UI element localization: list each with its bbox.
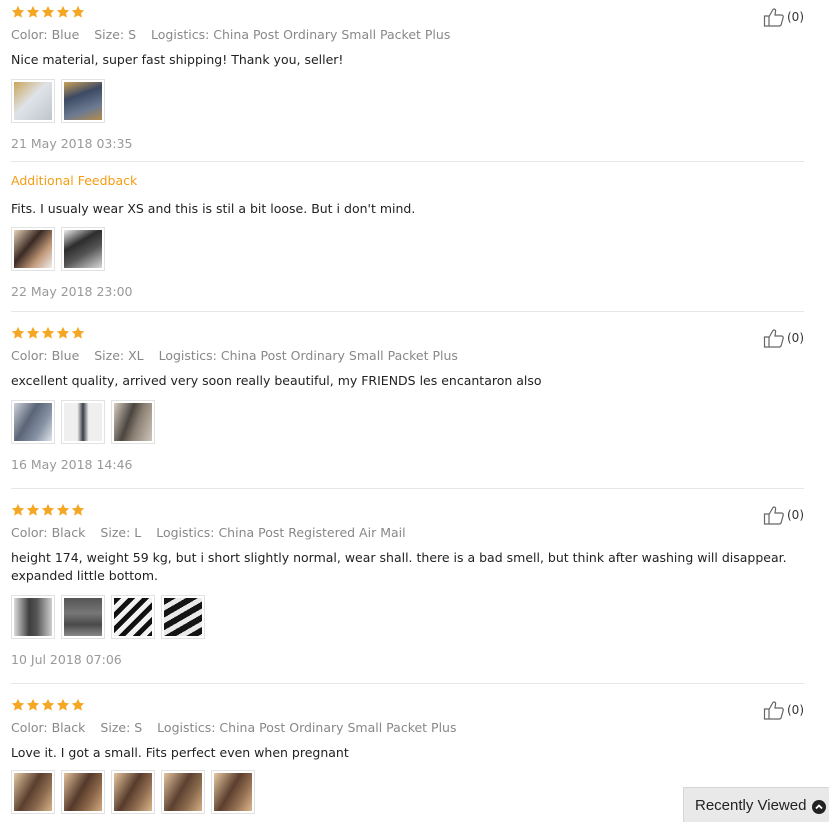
review-text: excellent quality, arrived very soon rea… [11, 373, 542, 388]
review-photo[interactable] [11, 79, 55, 123]
star-icon [71, 5, 85, 19]
star-icon [41, 5, 55, 19]
review-logistics: Logistics: China Post Ordinary Small Pac… [151, 27, 451, 42]
rating-stars [11, 698, 85, 713]
review-photo[interactable] [61, 595, 105, 639]
helpful-count: (0) [787, 331, 804, 345]
review-text: height 174, weight 59 kg, but i short sl… [11, 550, 787, 583]
review-photo[interactable] [11, 770, 55, 814]
review-photo[interactable] [61, 227, 105, 271]
rating-stars [11, 503, 85, 518]
thumbs-up-icon [763, 700, 785, 720]
review-color: Color: Black [11, 720, 86, 735]
helpful-count: (0) [787, 10, 804, 24]
review-photos [11, 79, 105, 123]
star-icon [26, 503, 40, 517]
review-color: Color: Blue [11, 27, 80, 42]
recently-viewed-label: Recently Viewed [695, 796, 807, 814]
review-photo[interactable] [11, 595, 55, 639]
review-photo[interactable] [61, 400, 105, 444]
review-color: Color: Blue [11, 348, 80, 363]
review-photo[interactable] [111, 400, 155, 444]
divider [11, 488, 804, 489]
thumbs-up-icon [763, 505, 785, 525]
star-icon [71, 326, 85, 340]
review-text: Love it. I got a small. Fits perfect eve… [11, 745, 349, 760]
review-meta: Color: Blue Size: XL Logistics: China Po… [11, 348, 469, 363]
review-size: Size: S [100, 720, 143, 735]
review-date: 21 May 2018 03:35 [11, 136, 133, 151]
thumbs-up-icon [763, 7, 785, 27]
review-logistics: Logistics: China Post Ordinary Small Pac… [158, 348, 458, 363]
review-photos [11, 227, 105, 271]
review-text: Nice material, super fast shipping! Than… [11, 52, 344, 67]
review-photo[interactable] [161, 770, 205, 814]
review-meta: Color: Black Size: L Logistics: China Po… [11, 525, 417, 540]
review-meta: Color: Black Size: S Logistics: China Po… [11, 720, 468, 735]
review-size: Size: S [94, 27, 137, 42]
review-date: 10 Jul 2018 07:06 [11, 652, 122, 667]
star-icon [56, 326, 70, 340]
recently-viewed-button[interactable]: Recently Viewed [683, 787, 829, 822]
star-icon [11, 5, 25, 19]
additional-feedback-text: Fits. I usualy wear XS and this is stil … [11, 201, 416, 216]
review-date: 22 May 2018 23:00 [11, 284, 133, 299]
review-photo[interactable] [111, 770, 155, 814]
star-icon [41, 698, 55, 712]
rating-stars [11, 326, 85, 341]
chevron-up-icon [812, 800, 826, 814]
star-icon [26, 326, 40, 340]
star-icon [71, 698, 85, 712]
review-photo[interactable] [61, 770, 105, 814]
helpful-button[interactable]: (0) [763, 7, 804, 27]
review-photo[interactable] [161, 595, 205, 639]
additional-feedback-label: Additional Feedback [11, 173, 138, 188]
helpful-count: (0) [787, 508, 804, 522]
helpful-button[interactable]: (0) [763, 700, 804, 720]
review-photo[interactable] [11, 400, 55, 444]
star-icon [41, 503, 55, 517]
star-icon [11, 326, 25, 340]
review-logistics: Logistics: China Post Ordinary Small Pac… [157, 720, 457, 735]
star-icon [11, 698, 25, 712]
star-icon [56, 698, 70, 712]
review-photo[interactable] [111, 595, 155, 639]
review-photo[interactable] [211, 770, 255, 814]
divider [11, 683, 804, 684]
review-item: (0) Color: Black Size: L Logistics: Chin… [11, 503, 804, 673]
star-icon [56, 503, 70, 517]
review-size: Size: L [100, 525, 142, 540]
star-icon [26, 698, 40, 712]
review-photos [11, 400, 155, 444]
review-photos [11, 770, 255, 814]
review-logistics: Logistics: China Post Registered Air Mai… [156, 525, 406, 540]
star-icon [26, 5, 40, 19]
review-item: (0) Color: Blue Size: XL Logistics: Chin… [11, 326, 804, 476]
rating-stars [11, 5, 85, 20]
helpful-button[interactable]: (0) [763, 505, 804, 525]
review-photo[interactable] [11, 227, 55, 271]
star-icon [56, 5, 70, 19]
helpful-button[interactable]: (0) [763, 328, 804, 348]
review-photos [11, 595, 205, 639]
star-icon [41, 326, 55, 340]
review-meta: Color: Blue Size: S Logistics: China Pos… [11, 27, 461, 42]
review-size: Size: XL [94, 348, 144, 363]
helpful-count: (0) [787, 703, 804, 717]
additional-feedback: Additional Feedback Fits. I usualy wear … [11, 173, 804, 303]
star-icon [11, 503, 25, 517]
review-date: 16 May 2018 14:46 [11, 457, 133, 472]
divider [11, 311, 804, 312]
review-item: (0) Color: Blue Size: S Logistics: China… [11, 5, 804, 155]
review-photo[interactable] [61, 79, 105, 123]
thumbs-up-icon [763, 328, 785, 348]
review-color: Color: Black [11, 525, 86, 540]
divider [11, 161, 804, 162]
star-icon [71, 503, 85, 517]
